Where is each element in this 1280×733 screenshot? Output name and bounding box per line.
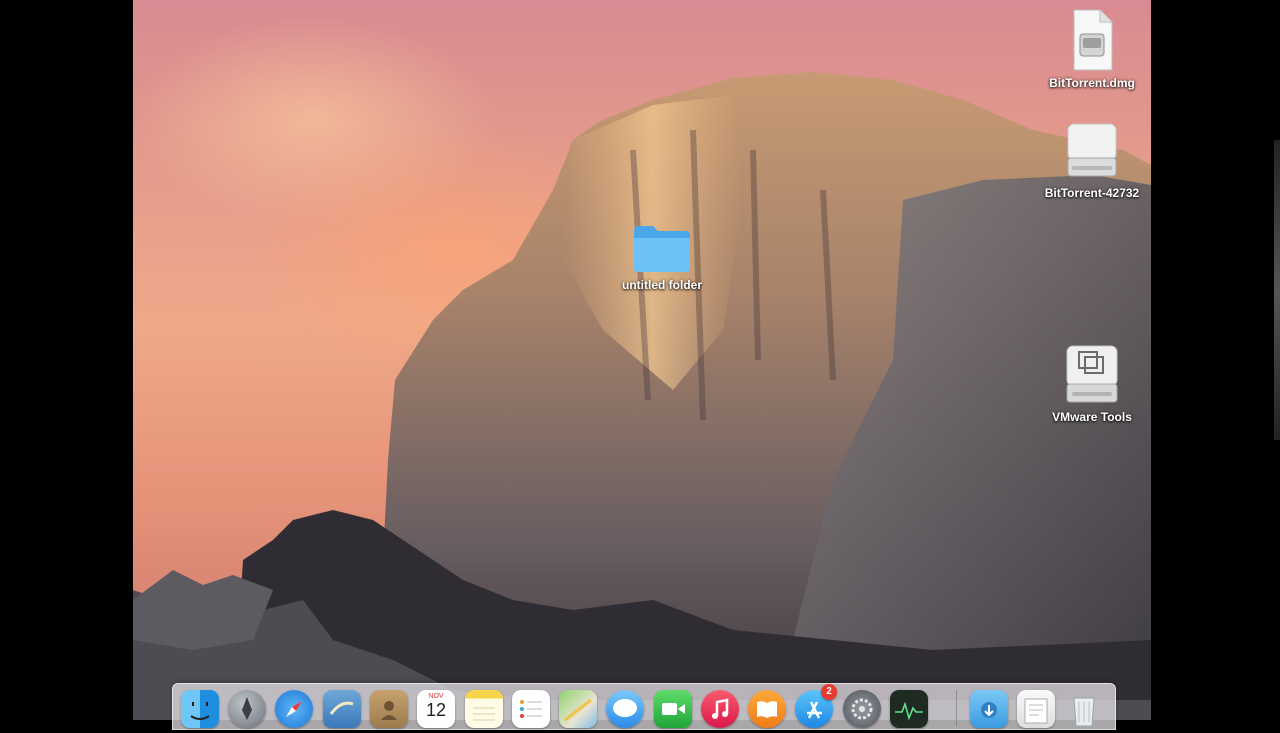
calendar-icon: NOV 12: [417, 693, 455, 720]
dock-finder[interactable]: [181, 690, 219, 728]
dock-launchpad[interactable]: [228, 690, 266, 728]
folder-icon: [634, 226, 690, 272]
dock-maps[interactable]: [559, 690, 597, 728]
documents-stack-icon: [1024, 698, 1048, 724]
dock-itunes[interactable]: [701, 690, 739, 728]
desktop-icon-label: untitled folder: [622, 278, 702, 292]
dock-downloads-stack[interactable]: [970, 690, 1008, 728]
dock-notes[interactable]: [465, 690, 503, 728]
app-store-badge: 2: [821, 684, 837, 700]
trash-icon: [1073, 697, 1095, 727]
desktop-icon-bittorrent-volume[interactable]: BitTorrent-42732: [1037, 122, 1147, 202]
calendar-month: NOV: [428, 693, 444, 700]
ibooks-icon: [757, 701, 777, 718]
desktop-icon-vmware-tools[interactable]: VMware Tools: [1037, 344, 1147, 426]
screen-border-strip: [1274, 140, 1280, 440]
launchpad-icon: [242, 697, 252, 720]
desktop-icon-untitled-folder[interactable]: untitled folder: [607, 222, 717, 294]
dock-trash[interactable]: [1065, 690, 1103, 728]
dock-mail[interactable]: [323, 690, 361, 728]
dock-facetime[interactable]: [654, 690, 692, 728]
dock-activity-monitor[interactable]: [890, 690, 928, 728]
desktop-icon-bittorrent-dmg[interactable]: BitTorrent.dmg: [1037, 8, 1147, 92]
calendar-day: 12: [425, 700, 447, 720]
mail-icon: [329, 701, 354, 715]
dock-contacts[interactable]: [370, 690, 408, 728]
dock-reminders[interactable]: [512, 690, 550, 728]
itunes-icon: [712, 698, 729, 719]
safari-icon: [286, 701, 302, 717]
system-preferences-icon: [851, 698, 873, 720]
notes-icon: [473, 707, 495, 721]
dmg-file-icon: [1073, 9, 1113, 71]
dock-safari[interactable]: [275, 690, 313, 728]
reminders-icon: [520, 700, 542, 718]
vmware-disk-icon: [1066, 345, 1118, 403]
dock-system-preferences[interactable]: [843, 690, 881, 728]
desktop-icon-label: BitTorrent.dmg: [1049, 76, 1135, 90]
yosemite-wallpaper: [133, 72, 1151, 720]
dock-messages[interactable]: [606, 690, 644, 728]
screen-border: [1151, 0, 1280, 720]
contacts-icon: [381, 701, 397, 720]
facetime-icon: [662, 703, 685, 715]
mounted-disk-icon: [1067, 123, 1117, 177]
dock-app-store[interactable]: 2: [795, 684, 837, 728]
desktop[interactable]: BitTorrent.dmg BitTorrent-42732 untitled…: [133, 0, 1151, 720]
dock-calendar[interactable]: NOV 12: [417, 690, 455, 728]
downloads-stack-icon: [981, 702, 997, 718]
desktop-icon-label: BitTorrent-42732: [1044, 186, 1140, 200]
dock-separator: [956, 690, 957, 726]
activity-monitor-icon: [895, 701, 923, 721]
dock-ibooks[interactable]: [748, 690, 786, 728]
dock-documents-stack[interactable]: [1017, 690, 1055, 728]
desktop-icon-label: VMware Tools: [1052, 410, 1132, 424]
dock: NOV 12 2: [172, 683, 1116, 730]
maps-icon: [564, 698, 592, 722]
messages-icon: [613, 699, 637, 717]
finder-icon: [190, 702, 210, 720]
